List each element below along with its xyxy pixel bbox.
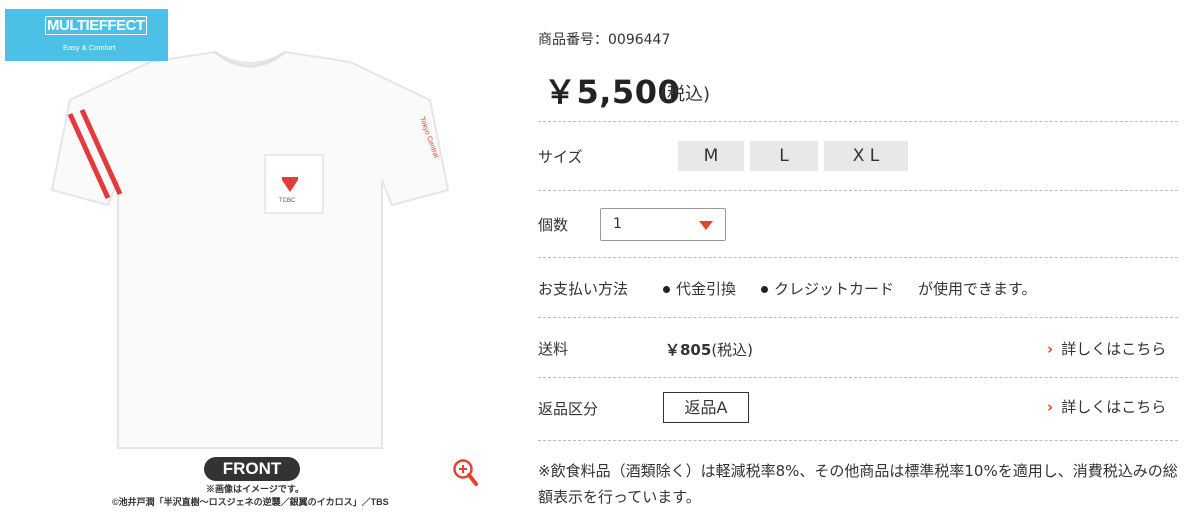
product-image-area: TCBC Tokyo Central MULTIEFFECT Easy & Co… [0,0,500,521]
image-note: ※画像はイメージです。 [206,484,304,494]
divider [538,257,1178,258]
returns-detail-link[interactable]: › 詳しくはこちら [1047,396,1166,417]
payment-method-text: クレジットカード [774,280,895,298]
pocket-logo-text: TCBC [279,198,296,204]
price-tax-label: (税込) [660,84,711,105]
payment-label: お支払い方法 [538,280,629,298]
divider [538,377,1178,378]
divider [538,190,1178,191]
shipping-label: 送料 [538,340,569,358]
size-option-m[interactable]: M [678,141,744,171]
bullet-icon [761,286,768,293]
shipping-tax-label: (税込) [711,341,754,359]
returns-label: 返品区分 [538,400,599,418]
shipping-detail-link[interactable]: › 詳しくはこちら [1047,338,1166,359]
bullet-icon [663,286,670,293]
brand-name: MULTIEFFECT [45,16,147,35]
dropdown-arrow-icon [699,221,713,230]
divider [538,440,1178,441]
tshirt-image: TCBC Tokyo Central [50,50,450,449]
quantity-select[interactable]: 1 [600,208,726,241]
payment-method-text: 代金引換 [676,280,737,298]
link-text: 詳しくはこちら [1061,340,1167,358]
size-option-l[interactable]: L [750,141,818,171]
payment-suffix: が使用できます。 [918,280,1037,298]
brand-tagline: Easy & Comfort [63,43,116,52]
product-number: 商品番号：0096447 [538,32,671,48]
chevron-right-icon: › [1047,398,1054,416]
chevron-right-icon: › [1047,340,1054,358]
brand-logo: MULTIEFFECT Easy & Comfort [5,9,168,61]
payment-method-cod: 代金引換 [663,278,736,299]
payment-method-card: クレジットカード [761,278,894,299]
link-text: 詳しくはこちら [1061,398,1167,416]
quantity-value: 1 [613,216,622,232]
shipping-price: ￥805 [665,341,712,359]
divider [538,317,1178,318]
divider [538,121,1178,122]
size-option-xl[interactable]: X L [824,141,908,171]
tax-note: ※飲食料品（酒類除く）は軽減税率8%、その他商品は標準税率10%を適用し、消費税… [538,462,1178,506]
size-label: サイズ [538,148,583,166]
shipping-price-group: ￥805(税込) [665,339,753,360]
quantity-label: 個数 [538,216,569,234]
return-category-badge: 返品A [663,392,749,423]
front-label: FRONT [204,457,300,481]
copyright-text: ©池井戸潤「半沢直樹～ロスジェネの逆襲／銀翼のイカロス」／TBS [112,497,389,507]
zoom-in-icon[interactable] [452,458,478,488]
